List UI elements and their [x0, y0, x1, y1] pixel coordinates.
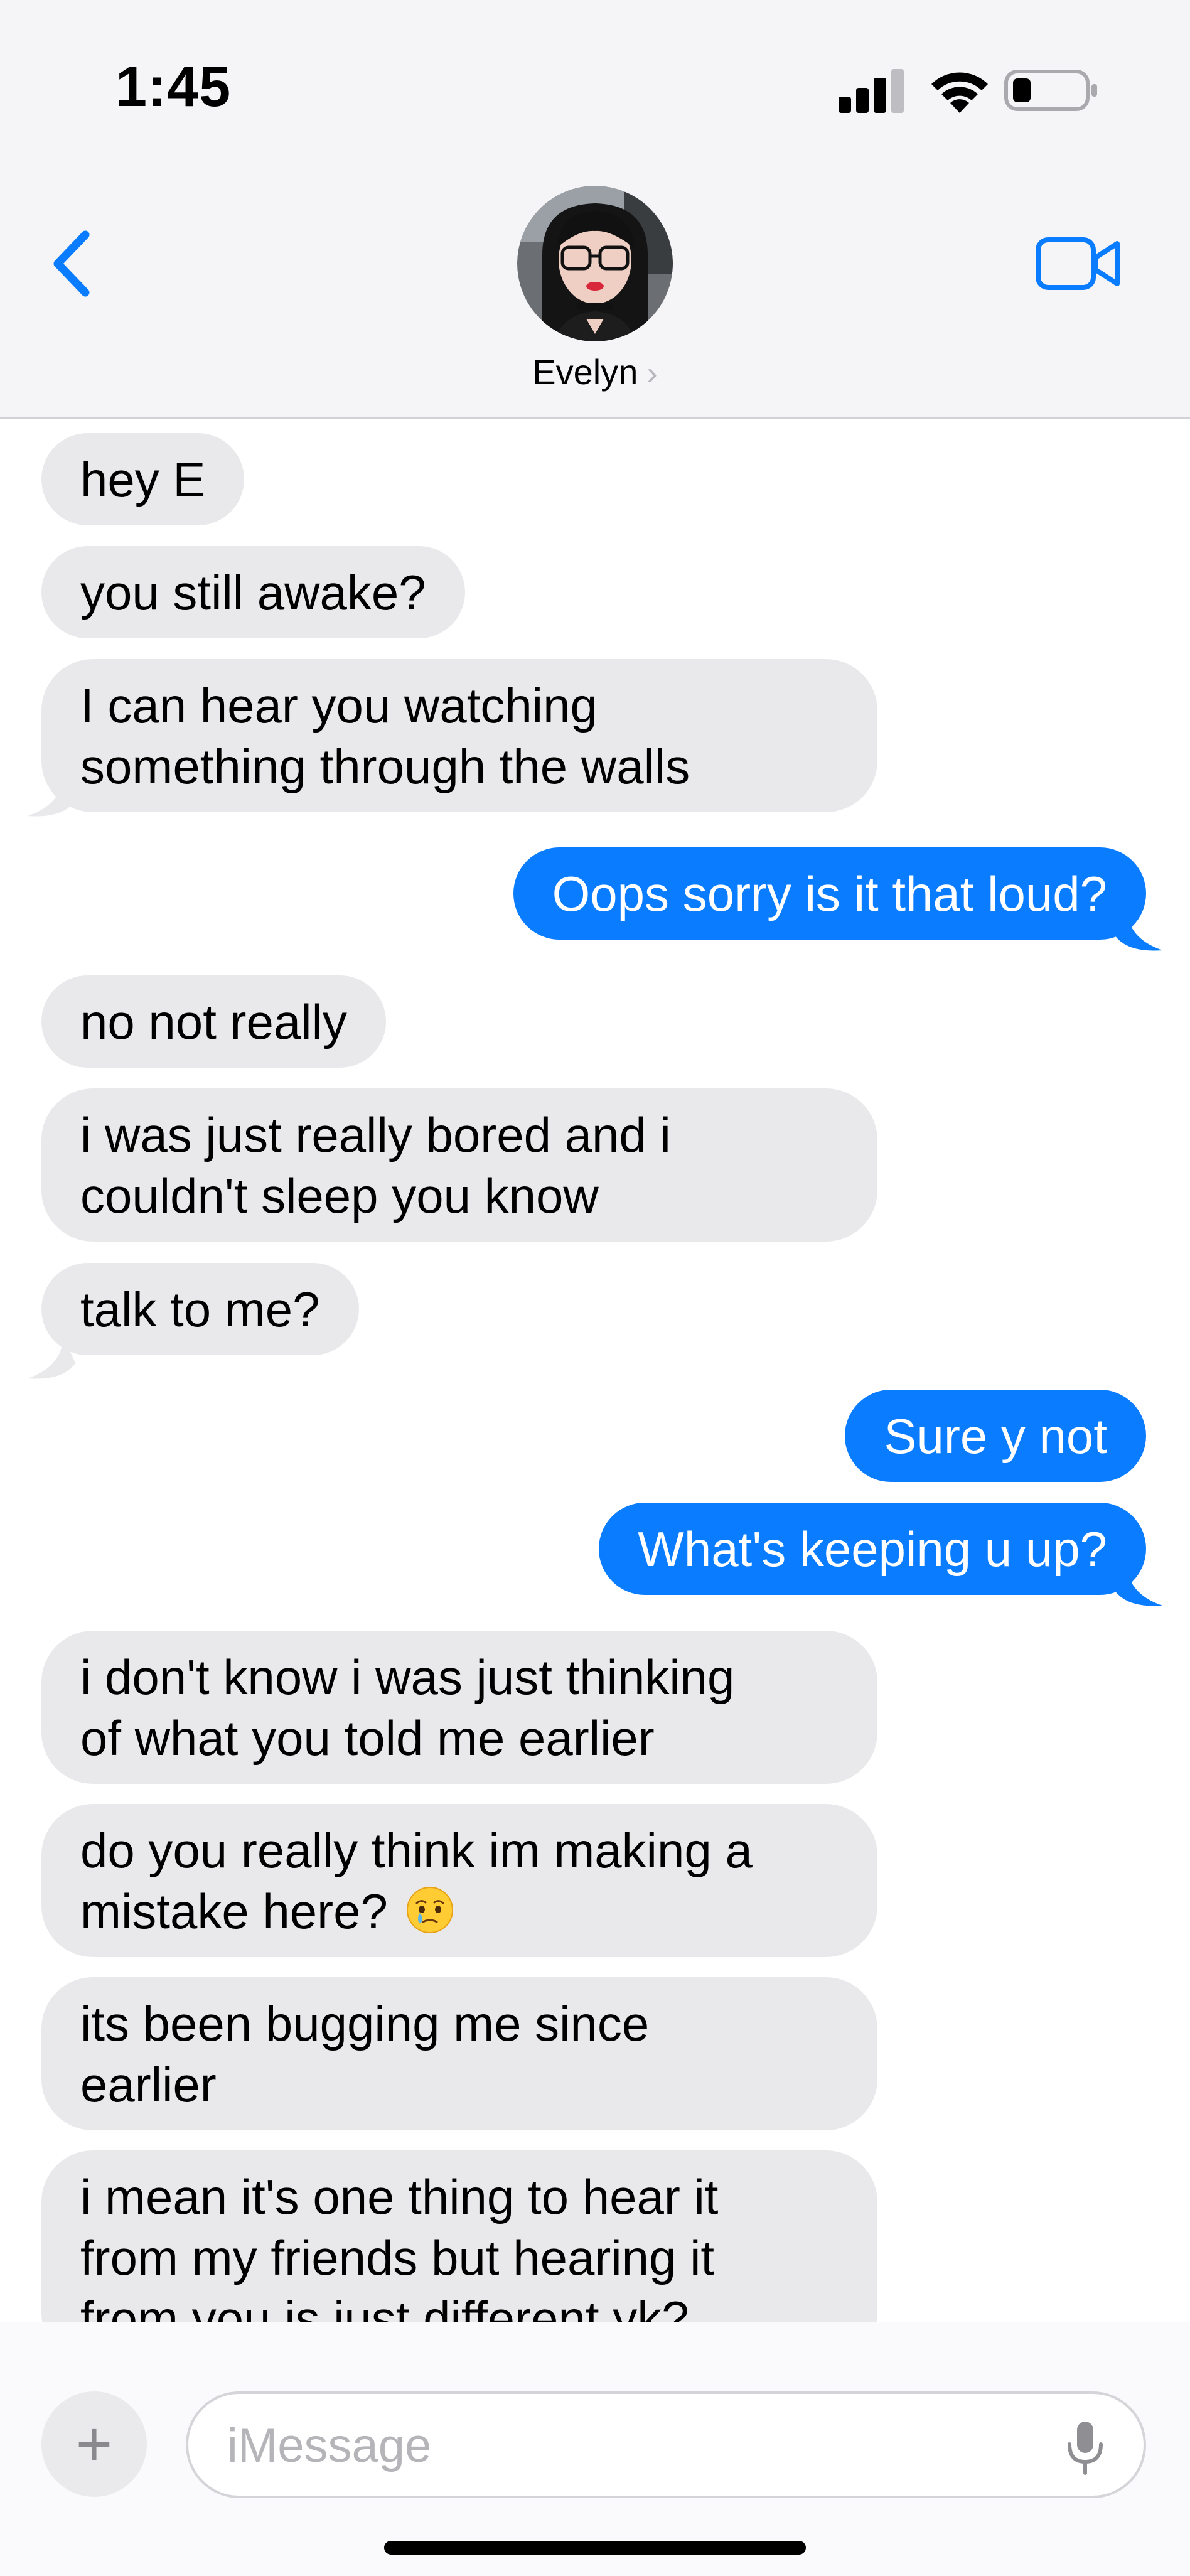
message-line: something through the walls [80, 739, 690, 794]
wifi-icon [931, 72, 988, 113]
message-line: no not really [80, 994, 347, 1049]
message-bubble-incoming[interactable]: its been bugging me since earlier [41, 1977, 877, 2130]
battery-icon [1004, 70, 1097, 111]
message-line: of what you told me earlier [80, 1710, 655, 1766]
message-line: do you really think im making a [80, 1823, 753, 1878]
message-bubble-incoming[interactable]: i don't know i was just thinking of what… [41, 1631, 877, 1784]
plus-icon: + [75, 2408, 113, 2479]
message-line: you still awake? [80, 565, 426, 620]
contact-avatar[interactable] [517, 186, 673, 341]
message-line: i was just really bored and i [80, 1107, 671, 1162]
contact-chevron-icon: › [646, 355, 658, 392]
message-bubble-incoming[interactable]: i mean it's one thing to hear it from my… [41, 2150, 877, 2322]
message-composer: + [0, 2322, 1190, 2576]
imessage-input-box[interactable] [186, 2391, 1146, 2498]
message-bubble-incoming[interactable]: no not really [41, 975, 386, 1068]
messages-screen: 1:45 Evelyn › hey E you still awake? I c… [0, 0, 1190, 2576]
home-indicator[interactable] [384, 2541, 806, 2555]
message-bubble-incoming[interactable]: you still awake? [41, 546, 465, 638]
message-line: its been bugging me since [80, 1996, 650, 2051]
message-line-text: mistake here? [80, 1884, 388, 1939]
message-bubble-incoming[interactable]: I can hear you watching something throug… [41, 659, 877, 812]
message-line: earlier [80, 2057, 217, 2112]
status-time: 1:45 [115, 56, 232, 119]
message-line: hey E [80, 452, 206, 507]
message-bubble-outgoing[interactable]: Oops sorry is it that loud? [513, 847, 1146, 940]
message-line: i mean it's one thing to hear it [80, 2169, 719, 2224]
message-bubble-incoming[interactable]: do you really think im making a mistake … [41, 1804, 877, 1957]
message-list[interactable]: hey E you still awake? I can hear you wa… [0, 419, 1190, 2322]
message-bubble-incoming[interactable]: i was just really bored and i couldn't s… [41, 1088, 877, 1242]
microphone-icon[interactable] [1063, 2419, 1107, 2477]
message-line: What's keeping u up? [638, 1521, 1107, 1577]
message-line: from you is just different yk? [80, 2291, 689, 2322]
message-line: mistake here? [80, 1881, 839, 1942]
message-bubble-incoming[interactable]: talk to me? [41, 1263, 359, 1355]
message-bubble-incoming[interactable]: hey E [41, 433, 245, 525]
message-line: from my friends but hearing it [80, 2230, 715, 2285]
message-bubble-outgoing[interactable]: What's keeping u up? [599, 1503, 1146, 1595]
back-chevron-icon[interactable] [44, 226, 100, 301]
cellular-signal-icon [839, 69, 905, 113]
message-line: couldn't sleep you know [80, 1168, 599, 1223]
face-holding-back-tears-emoji [406, 1887, 453, 1933]
conversation-header: 1:45 Evelyn › [0, 0, 1190, 419]
message-line: i don't know i was just thinking [80, 1650, 735, 1705]
message-line: Oops sorry is it that loud? [552, 866, 1107, 921]
video-camera-icon[interactable] [1034, 233, 1122, 294]
message-line: I can hear you watching [80, 678, 598, 733]
contact-name-label: Evelyn [532, 352, 638, 392]
message-line: talk to me? [80, 1282, 320, 1337]
imessage-input[interactable] [227, 2409, 1031, 2482]
message-bubble-outgoing[interactable]: Sure y not [845, 1390, 1146, 1482]
plus-button[interactable]: + [41, 2391, 147, 2497]
status-icons [839, 63, 1102, 119]
message-line: Sure y not [884, 1409, 1107, 1464]
contact-name[interactable]: Evelyn › [0, 352, 1190, 392]
